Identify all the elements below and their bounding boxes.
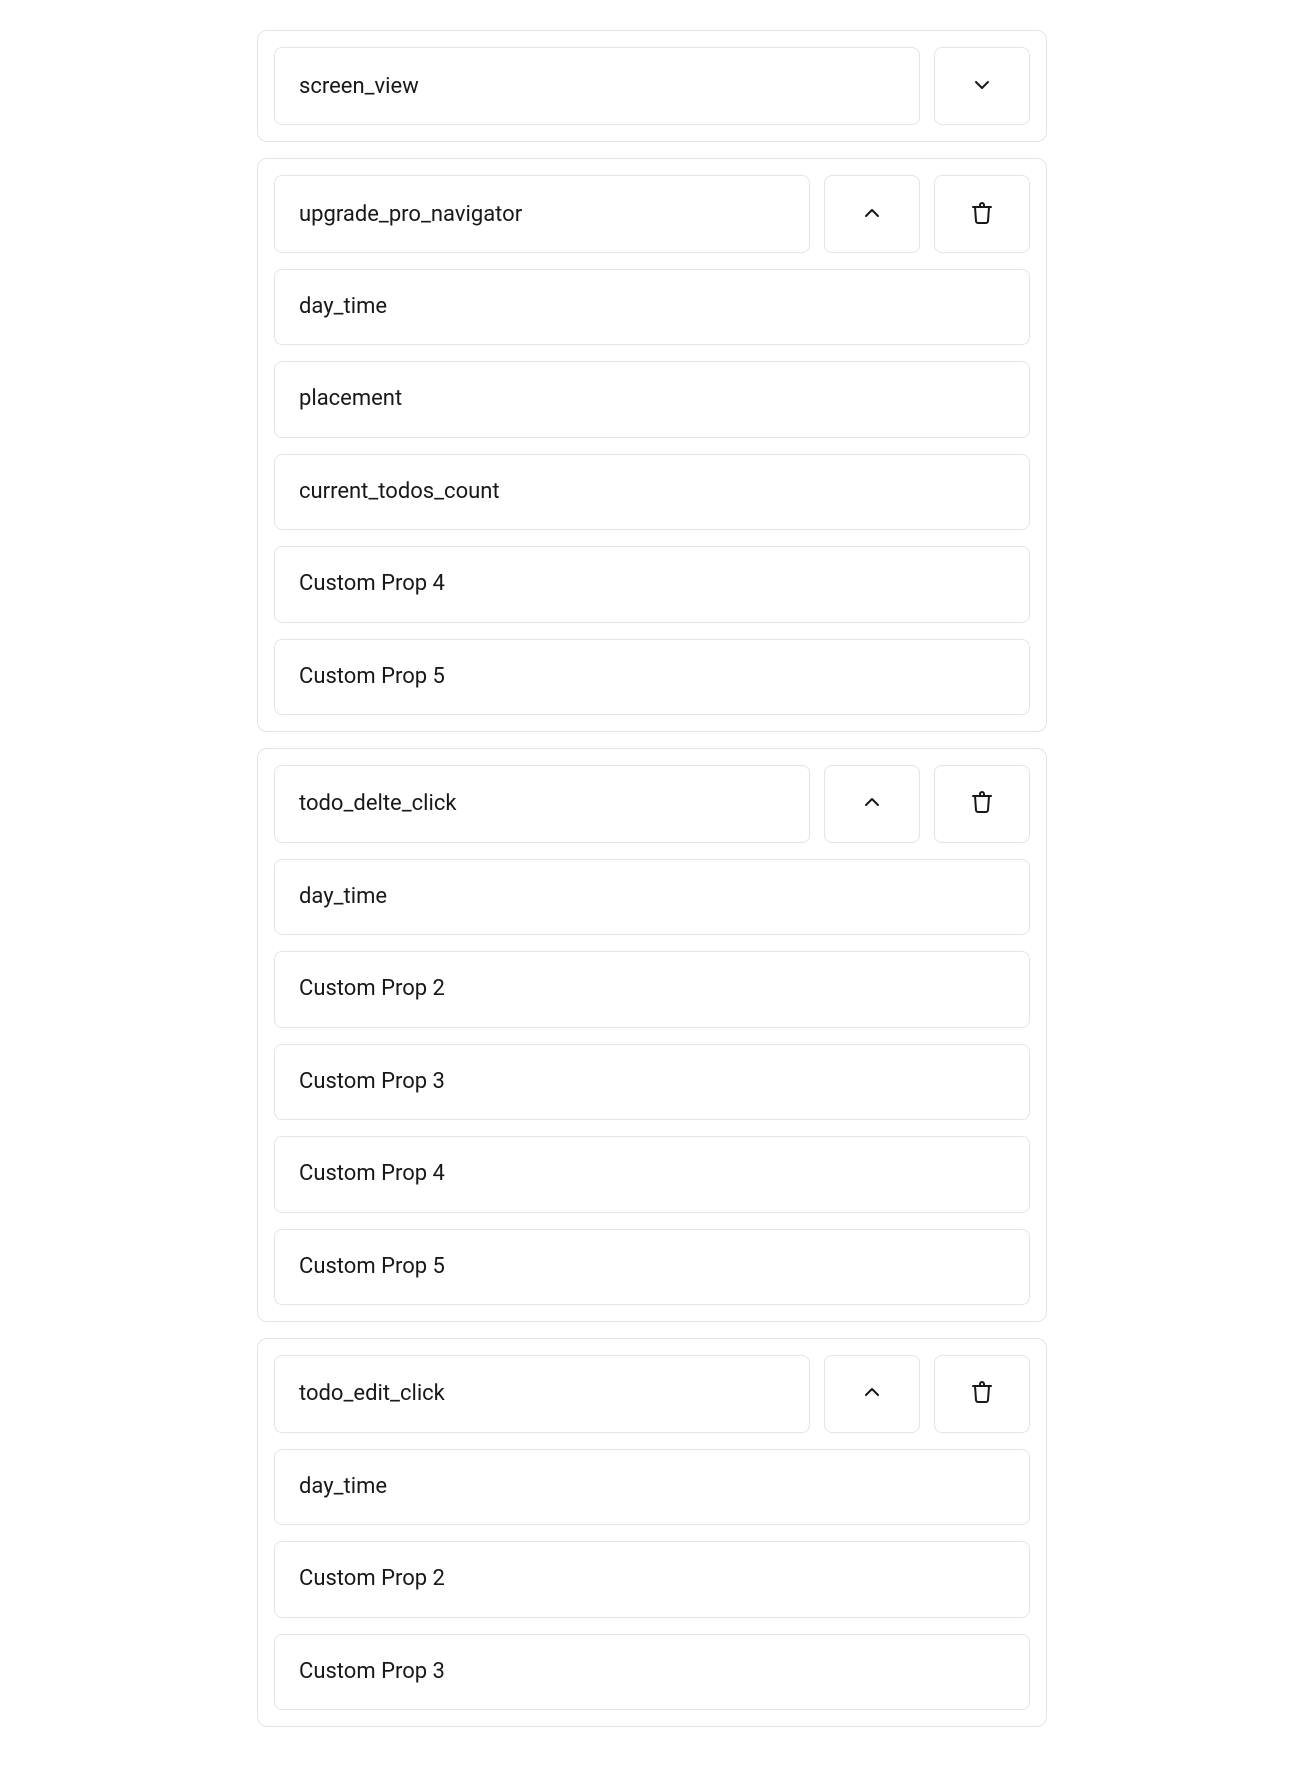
expand-button[interactable] (934, 47, 1030, 125)
collapse-button[interactable] (824, 1355, 920, 1433)
event-card: day_time placement current_todos_count Cust… (257, 158, 1047, 732)
collapse-button[interactable] (824, 175, 920, 253)
event-name-input[interactable] (274, 175, 810, 253)
property-row[interactable]: Custom Prop 5 (274, 639, 1030, 715)
trash-icon (970, 201, 994, 228)
property-row[interactable]: Custom Prop 5 (274, 1229, 1030, 1305)
property-row[interactable]: Custom Prop 2 (274, 1541, 1030, 1617)
property-row[interactable]: Custom Prop 4 (274, 546, 1030, 622)
event-name-input[interactable] (274, 1355, 810, 1433)
chevron-up-icon (860, 790, 884, 817)
event-name-input[interactable] (274, 47, 920, 125)
chevron-up-icon (860, 1380, 884, 1407)
event-header-row (274, 47, 1030, 125)
chevron-up-icon (860, 201, 884, 228)
event-name-input[interactable] (274, 765, 810, 843)
delete-button[interactable] (934, 175, 1030, 253)
delete-button[interactable] (934, 765, 1030, 843)
property-row[interactable]: day_time (274, 1449, 1030, 1525)
property-row[interactable]: Custom Prop 3 (274, 1044, 1030, 1120)
property-row[interactable]: Custom Prop 3 (274, 1634, 1030, 1710)
chevron-down-icon (970, 73, 994, 100)
event-header-row (274, 1355, 1030, 1433)
delete-button[interactable] (934, 1355, 1030, 1433)
event-card: day_time Custom Prop 2 Custom Prop 3 (257, 1338, 1047, 1727)
property-row[interactable]: Custom Prop 4 (274, 1136, 1030, 1212)
property-row[interactable]: placement (274, 361, 1030, 437)
events-list: day_time placement current_todos_count Cust… (257, 30, 1047, 1727)
event-header-row (274, 765, 1030, 843)
collapse-button[interactable] (824, 765, 920, 843)
event-card: day_time Custom Prop 2 Custom Prop 3 Custom… (257, 748, 1047, 1322)
property-row[interactable]: day_time (274, 269, 1030, 345)
trash-icon (970, 790, 994, 817)
event-card (257, 30, 1047, 142)
trash-icon (970, 1380, 994, 1407)
property-row[interactable]: Custom Prop 2 (274, 951, 1030, 1027)
property-row[interactable]: day_time (274, 859, 1030, 935)
property-row[interactable]: current_todos_count (274, 454, 1030, 530)
event-header-row (274, 175, 1030, 253)
